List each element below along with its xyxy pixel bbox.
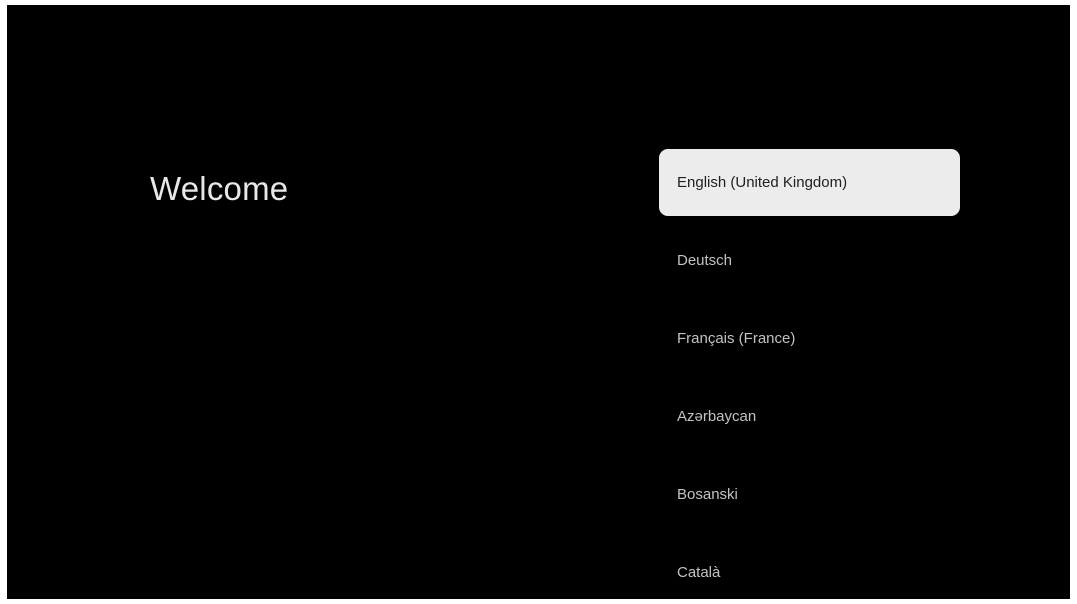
language-option-catala[interactable]: Català [659, 539, 960, 599]
language-option-francais[interactable]: Français (France) [659, 305, 960, 372]
language-option-label: Azərbaycan [677, 408, 757, 425]
language-option-label: Català [677, 564, 721, 581]
language-option-label: English (United Kingdom) [677, 174, 848, 191]
language-option-bosanski[interactable]: Bosanski [659, 461, 960, 528]
language-option-azerbaycan[interactable]: Azərbaycan [659, 383, 960, 450]
language-option-label: Deutsch [677, 252, 733, 269]
language-option-label: Bosanski [677, 486, 738, 503]
language-list: English (United Kingdom) Deutsch Françai… [659, 149, 960, 599]
language-option-deutsch[interactable]: Deutsch [659, 227, 960, 294]
page-title: Welcome [150, 170, 289, 207]
language-option-label: Français (France) [677, 330, 796, 347]
welcome-screen: Welcome English (United Kingdom) Deutsch… [7, 5, 1070, 599]
language-option-english-uk[interactable]: English (United Kingdom) [659, 149, 960, 216]
